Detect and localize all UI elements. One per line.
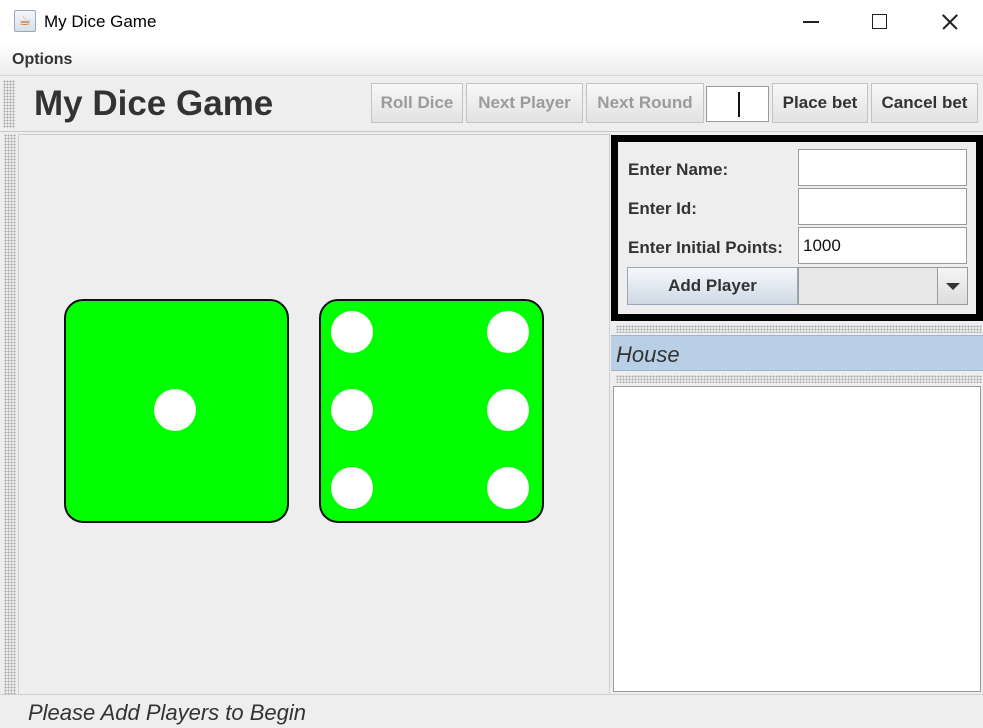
die-2-pip	[487, 467, 529, 509]
die-2	[319, 299, 544, 523]
splitter-grip[interactable]	[616, 375, 982, 383]
dice-canvas	[64, 299, 544, 523]
place-bet-button[interactable]: Place bet	[772, 83, 868, 123]
text-caret	[738, 92, 740, 117]
right-panel: Enter Name: Enter Id: Enter Initial Poin…	[610, 134, 983, 694]
player-select[interactable]	[798, 267, 968, 305]
java-cup-icon: ☕	[14, 10, 36, 32]
window-titlebar: ☕ My Dice Game	[0, 0, 983, 44]
next-player-button[interactable]: Next Player	[466, 83, 583, 123]
minimize-button[interactable]	[788, 6, 834, 38]
app-heading: My Dice Game	[34, 84, 274, 123]
maximize-button[interactable]	[857, 6, 903, 38]
die-2-pip	[487, 311, 529, 353]
id-input[interactable]	[798, 188, 967, 225]
status-bar: Please Add Players to Begin	[0, 694, 983, 728]
menu-bar: Options	[0, 44, 983, 76]
die-1	[64, 299, 289, 523]
roll-dice-button[interactable]: Roll Dice	[371, 83, 463, 123]
toolbar-grip[interactable]	[3, 80, 15, 128]
left-grip[interactable]	[4, 134, 16, 694]
house-title: House	[616, 342, 680, 367]
cancel-bet-button[interactable]: Cancel bet	[871, 83, 978, 123]
splitter-grip[interactable]	[616, 325, 982, 333]
die-1-pip	[154, 389, 196, 431]
minimize-icon	[803, 21, 819, 23]
chevron-down-icon	[946, 283, 960, 290]
house-header: House	[611, 335, 983, 371]
add-player-button[interactable]: Add Player	[627, 267, 798, 305]
die-2-pip	[331, 467, 373, 509]
points-label: Enter Initial Points:	[628, 238, 783, 257]
player-select-dropdown-button[interactable]	[937, 268, 967, 304]
die-2-pip	[331, 389, 373, 431]
id-label: Enter Id:	[628, 199, 697, 218]
maximize-icon	[872, 14, 887, 29]
menu-options[interactable]: Options	[12, 51, 72, 69]
die-2-pip	[487, 389, 529, 431]
dice-panel	[18, 134, 610, 694]
window-title: My Dice Game	[44, 12, 157, 31]
points-input[interactable]: 1000	[798, 227, 967, 264]
name-input[interactable]	[798, 149, 967, 186]
add-player-form: Enter Name: Enter Id: Enter Initial Poin…	[611, 135, 983, 321]
status-text: Please Add Players to Begin	[28, 700, 307, 725]
die-2-pip	[331, 311, 373, 353]
close-button[interactable]	[927, 6, 973, 38]
toolbar: My Dice Game Roll Dice Next Player Next …	[0, 76, 983, 132]
name-label: Enter Name:	[628, 160, 729, 179]
bet-input[interactable]	[706, 86, 769, 122]
house-list[interactable]	[613, 386, 981, 692]
next-round-button[interactable]: Next Round	[586, 83, 704, 123]
